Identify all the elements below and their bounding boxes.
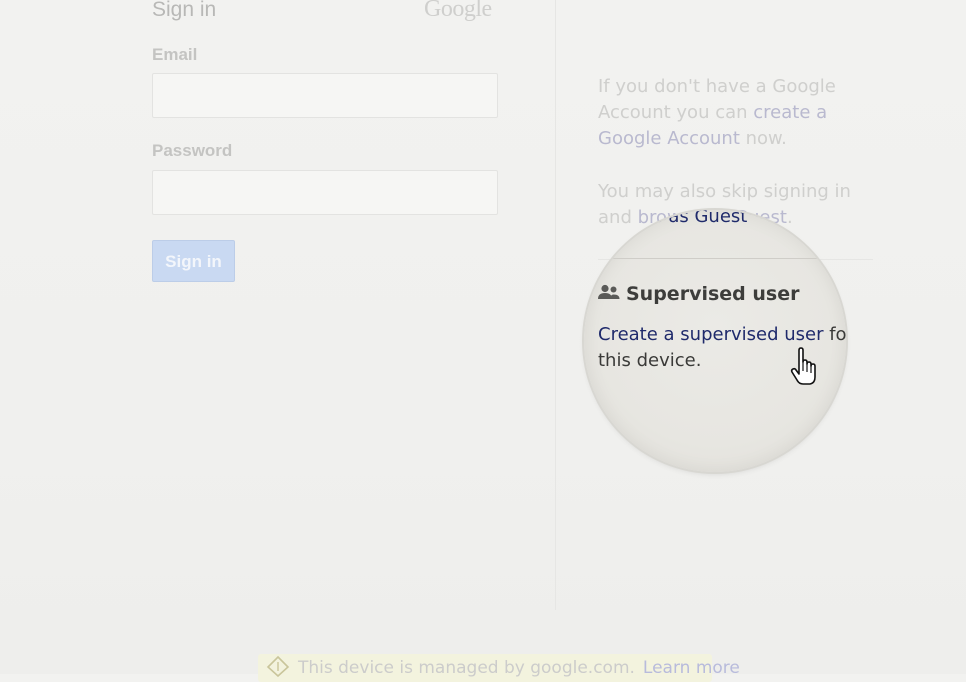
magnified-guest-line: browse as Guest	[598, 210, 747, 230]
hand-cursor-icon	[790, 347, 820, 387]
managed-device-text: This device is managed by google.com.	[298, 658, 635, 678]
magnified-content: browse as Guest Supervised user Create a…	[584, 210, 846, 472]
create-account-paragraph: If you don't have a Google Account you c…	[598, 74, 878, 152]
supervised-user-icon	[598, 283, 620, 305]
supervised-user-title: Supervised user	[626, 283, 800, 305]
create-supervised-user-link[interactable]: Create a supervised user	[598, 324, 823, 345]
email-input[interactable]	[152, 73, 498, 118]
magnified-divider	[598, 258, 846, 259]
create-account-text-after: now.	[739, 128, 787, 149]
password-input[interactable]	[152, 170, 498, 215]
page-title: Sign in	[152, 0, 217, 21]
panel-divider	[555, 0, 556, 610]
password-label: Password	[152, 141, 233, 160]
magnifier-lens: browse as Guest Supervised user Create a…	[584, 210, 846, 472]
info-panel: If you don't have a Google Account you c…	[598, 74, 878, 231]
supervised-user-heading: Supervised user	[598, 283, 799, 305]
signin-panel: Sign in Google Email Password Sign in	[0, 0, 556, 620]
learn-more-link[interactable]: Learn more	[643, 658, 740, 678]
signin-button[interactable]: Sign in	[152, 240, 235, 282]
magnified-browse-as-guest-link[interactable]: browse as Guest	[598, 210, 747, 227]
managed-device-icon	[266, 655, 290, 682]
email-label: Email	[152, 45, 198, 64]
managed-device-banner: This device is managed by google.com. Le…	[258, 654, 740, 682]
google-logo: Google	[424, 0, 492, 22]
